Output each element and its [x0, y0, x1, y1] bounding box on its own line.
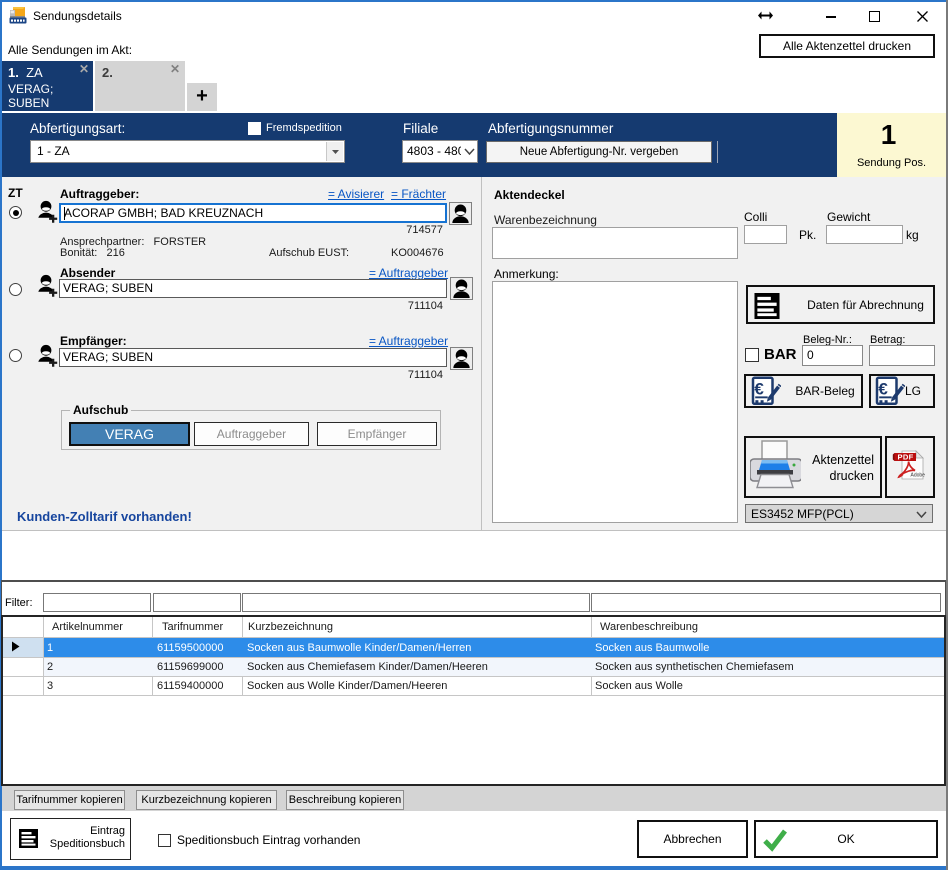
svg-text:Adobe: Adobe	[911, 473, 926, 479]
svg-text:PDF: PDF	[898, 453, 914, 462]
svg-text:€: €	[878, 380, 888, 399]
svg-text:€: €	[754, 380, 764, 399]
